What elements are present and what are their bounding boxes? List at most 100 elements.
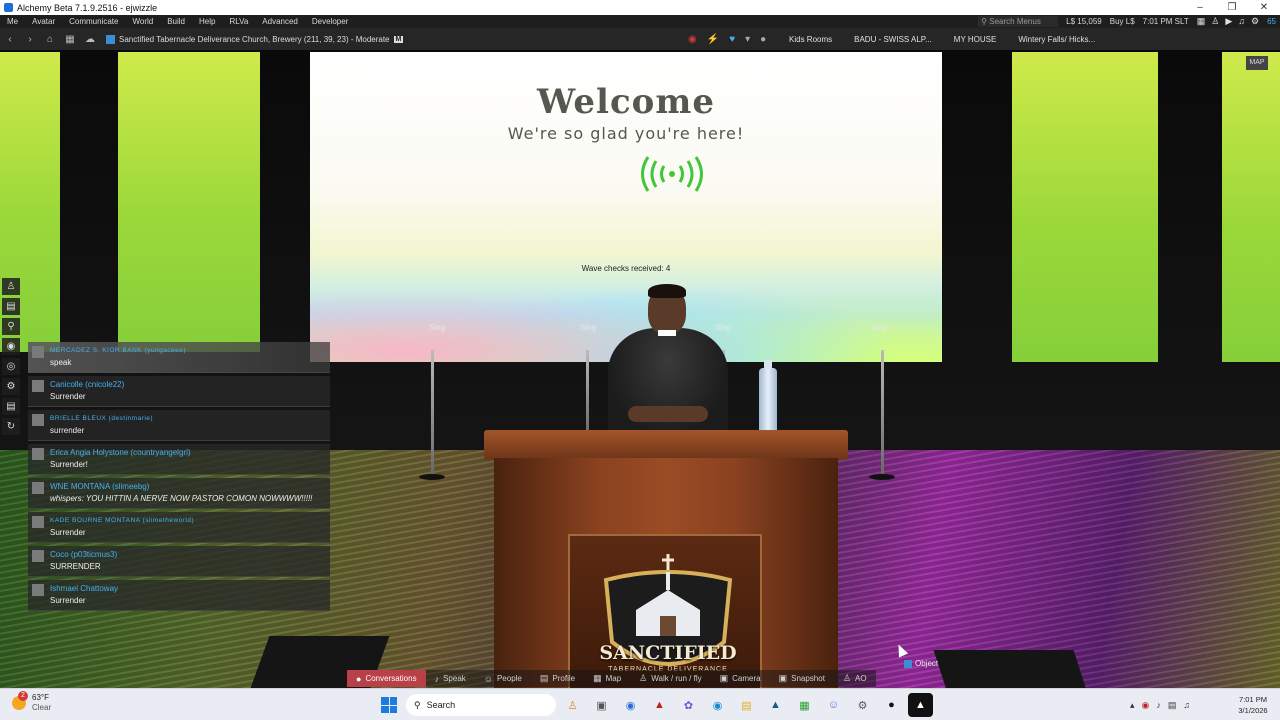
gear-icon[interactable]: ⚙ [1251, 16, 1259, 27]
avatar[interactable] [32, 482, 44, 494]
photos-icon[interactable]: ✿ [676, 693, 701, 717]
favorite-badu[interactable]: BADU - SWISS ALP... [843, 35, 943, 44]
chart-app-icon[interactable]: ▦ [792, 693, 817, 717]
favorite-kids-rooms[interactable]: Kids Rooms [778, 35, 843, 44]
chat-sender[interactable]: Ishmael Chattoway [50, 583, 326, 595]
minimap-button[interactable]: MAP [1246, 56, 1268, 70]
start-button[interactable] [381, 697, 397, 713]
search-menus-input[interactable]: ⚲ Search Menus [978, 16, 1059, 27]
menu-developer[interactable]: Developer [305, 17, 355, 26]
profile-button[interactable]: ▤ Profile [530, 670, 585, 687]
chat-sender[interactable]: BRIELLE BLEUX (destinmarie) [50, 413, 326, 425]
appearance-icon[interactable]: ♙ [2, 278, 20, 295]
menu-build[interactable]: Build [160, 17, 192, 26]
restore-icon[interactable]: ❐ [1216, 0, 1248, 15]
chat-sender[interactable]: Coco (p03ticmus3) [50, 549, 326, 561]
menu-avatar[interactable]: Avatar [25, 17, 62, 26]
chat-sender[interactable]: Canicolle (cnicole22) [50, 379, 326, 391]
avatar[interactable] [32, 584, 44, 596]
forward-icon[interactable]: › [20, 34, 40, 45]
favorite-my-house[interactable]: MY HOUSE [943, 35, 1008, 44]
chevron-down-icon[interactable]: ▾ [745, 34, 750, 45]
walk-run-fly-button[interactable]: ♙ Walk / run / fly [630, 670, 711, 687]
settings-icon[interactable]: ⚙ [2, 378, 20, 395]
chat-message[interactable]: Erica Angia Holystone (countryangelgrl) … [28, 444, 330, 475]
balance[interactable]: L$ 15,059 [1066, 17, 1102, 26]
avatar[interactable] [32, 448, 44, 460]
avatar[interactable] [32, 380, 44, 392]
chat-message[interactable]: BRIELLE BLEUX (destinmarie) surrender [28, 410, 330, 441]
refresh-icon[interactable]: ↻ [2, 418, 20, 435]
home-icon[interactable]: ⌂ [40, 34, 60, 45]
discord-icon[interactable]: ☺ [821, 693, 846, 717]
edge-icon[interactable]: ◉ [705, 693, 730, 717]
task-view-icon[interactable]: ♙ [560, 693, 585, 717]
chat-message[interactable]: MERCADEZ S. KIOR BANK (yungaceee) speak [28, 342, 330, 373]
back-icon[interactable]: ‹ [0, 34, 20, 45]
menu-advanced[interactable]: Advanced [255, 17, 305, 26]
chat-message[interactable]: WNE MONTANA (slimeebg) whispers: YOU HIT… [28, 478, 330, 509]
taskbar-search[interactable]: ⚲ Search [406, 694, 556, 716]
minimize-icon[interactable]: – [1184, 0, 1216, 15]
chat-message[interactable]: KADE BOURNE MONTANA (slimetheworld) Surr… [28, 512, 330, 543]
mic-stand-1[interactable] [431, 350, 434, 478]
speak-button[interactable]: ♪ Speak [425, 670, 475, 687]
location-bar[interactable]: Sanctified Tabernacle Deliverance Church… [106, 34, 404, 44]
conversations-button[interactable]: ● Conversations [347, 670, 426, 687]
person-icon[interactable]: ♙ [1211, 16, 1219, 27]
volume-tray-icon[interactable]: ♫ [1183, 700, 1190, 710]
avatar[interactable] [32, 414, 44, 426]
viewer-app-icon[interactable]: ▲ [763, 693, 788, 717]
settings-gear-icon[interactable]: ⚙ [850, 693, 875, 717]
screen-icon[interactable]: ▦ [1197, 16, 1206, 27]
chat-sender[interactable]: WNE MONTANA (slimeebg) [50, 481, 326, 493]
chat-sender[interactable]: Erica Angia Holystone (countryangelgrl) [50, 447, 326, 459]
taskbar-clock[interactable]: 7:01 PM 3/1/2026 [1230, 694, 1276, 716]
mic-stand-2[interactable] [586, 350, 589, 438]
weather-widget[interactable]: 2 63°F Clear [12, 691, 51, 713]
map-button[interactable]: ▦ Map [584, 670, 631, 687]
people-button[interactable]: ☺ People [474, 670, 531, 687]
favorite-pin-icon[interactable]: ● [760, 34, 766, 45]
pastor-avatar[interactable] [598, 282, 738, 438]
chat-message[interactable]: Canicolle (cnicole22) Surrender [28, 376, 330, 407]
avatar[interactable] [32, 346, 44, 358]
browser-icon[interactable]: ◉ [618, 693, 643, 717]
terminal-icon[interactable]: ▣ [589, 693, 614, 717]
pdf-icon[interactable]: ▲ [647, 693, 672, 717]
network-icon[interactable]: ▤ [1168, 700, 1177, 711]
radar-icon[interactable]: ◎ [2, 358, 20, 375]
chat-message[interactable]: Ishmael Chattoway Surrender [28, 580, 330, 611]
menu-rlva[interactable]: RLVa [222, 17, 255, 26]
snapshot-button[interactable]: ▣ Snapshot [769, 670, 834, 687]
buy-currency-button[interactable]: Buy L$ [1110, 17, 1135, 26]
chat-sender[interactable]: KADE BOURNE MONTANA (slimetheworld) [50, 515, 326, 527]
close-icon[interactable]: ✕ [1248, 0, 1280, 15]
volume-icon[interactable]: ♫ [1238, 16, 1245, 27]
favorite-wintery-falls[interactable]: Wintery Falls/ Hicks... [1007, 35, 1106, 44]
search-tool-icon[interactable]: ⚲ [2, 318, 20, 335]
antivirus-icon[interactable]: ◉ [1142, 700, 1150, 711]
water-bottle[interactable] [759, 360, 777, 434]
ao-button[interactable]: ♙ AO [833, 670, 876, 687]
chevron-up-icon[interactable]: ▴ [1130, 700, 1135, 711]
inventory-icon[interactable]: ▤ [2, 298, 20, 315]
menu-world[interactable]: World [125, 17, 160, 26]
menu-help[interactable]: Help [192, 17, 222, 26]
obs-icon[interactable]: ● [879, 693, 904, 717]
menu-me[interactable]: Me [0, 17, 25, 26]
voice-icon[interactable]: ◉ [2, 338, 20, 355]
cloud-icon[interactable]: ☁ [80, 34, 100, 45]
menu-communicate[interactable]: Communicate [62, 17, 125, 26]
microphone-tray-icon[interactable]: ♪ [1156, 700, 1161, 710]
landmark-icon[interactable]: ▦ [60, 34, 80, 45]
avatar[interactable] [32, 516, 44, 528]
play-icon[interactable]: ▶ [1225, 16, 1232, 27]
camera-button[interactable]: ▣ Camera [710, 670, 770, 687]
chat-message[interactable]: Coco (p03ticmus3) SURRENDER [28, 546, 330, 577]
folder-icon[interactable]: ▤ [734, 693, 759, 717]
avatar[interactable] [32, 550, 44, 562]
alchemy-app-icon[interactable]: ▲ [908, 693, 933, 717]
mic-stand-4[interactable] [881, 350, 884, 478]
chat-sender[interactable]: MERCADEZ S. KIOR BANK (yungaceee) [50, 345, 326, 357]
